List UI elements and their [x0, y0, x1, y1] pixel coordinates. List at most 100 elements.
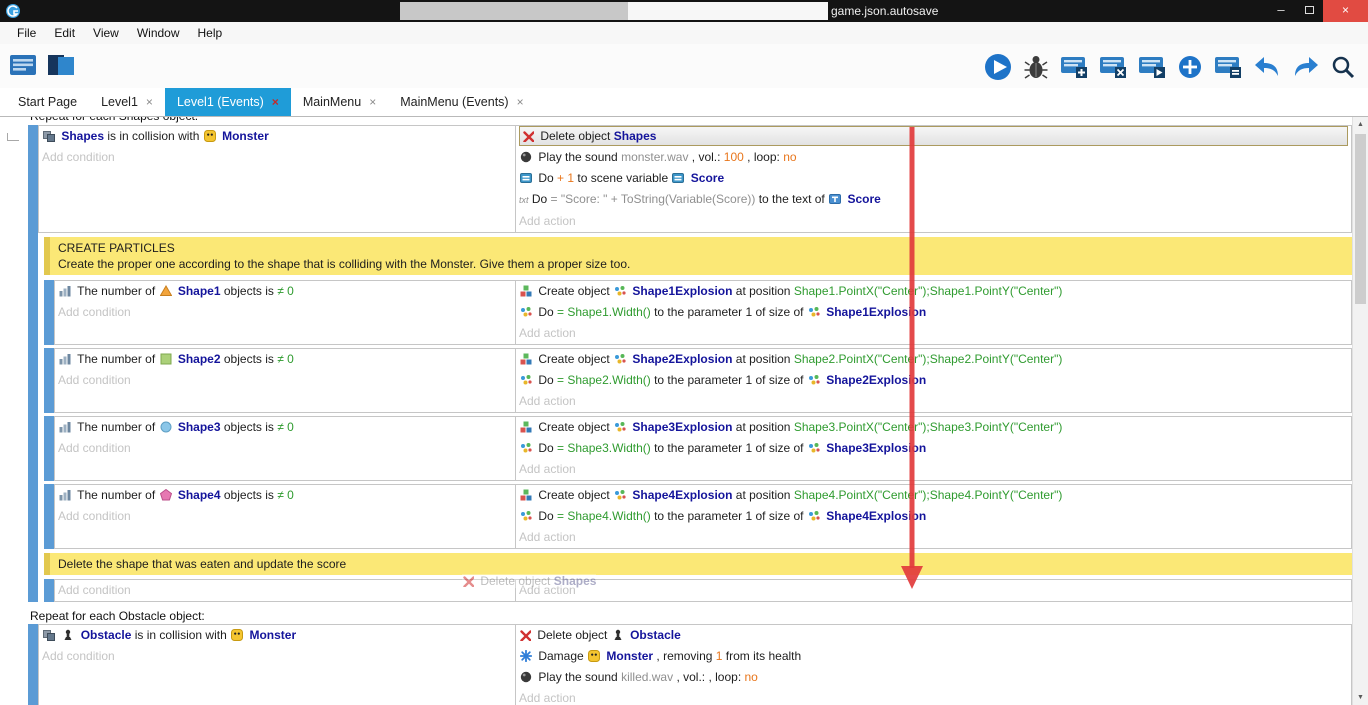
subevent-selection-bar[interactable] — [44, 416, 54, 481]
add-condition-link[interactable]: Add condition — [58, 302, 512, 323]
add-action-link[interactable]: Add action — [519, 323, 1348, 344]
add-condition-link[interactable]: Add condition — [58, 438, 512, 459]
action-damage-monster[interactable]: Damage Monster , removing 1 from its hea… — [519, 646, 1348, 667]
scrollbar-thumb[interactable] — [1355, 134, 1366, 304]
condition-obstacle-collision[interactable]: Obstacle is in collision with Monster — [42, 625, 512, 646]
add-event-icon[interactable] — [1059, 54, 1089, 81]
add-action-link[interactable]: Add action — [519, 459, 1348, 480]
add-condition-link[interactable]: Add condition — [58, 506, 512, 527]
action-set-shape1-size[interactable]: Do = Shape1.Width() to the parameter 1 o… — [519, 302, 1348, 323]
scene-editor-icon[interactable] — [46, 52, 76, 78]
condition-shape3-count[interactable]: The number of Shape3 objects is ≠ 0 — [58, 417, 512, 438]
action-text: , vol.: — [676, 670, 708, 684]
action-create-shape3-explosion[interactable]: Create object Shape3Explosion at positio… — [519, 417, 1348, 438]
event-selection-bar[interactable] — [28, 624, 38, 705]
condition-shape2-count[interactable]: The number of Shape2 objects is ≠ 0 — [58, 349, 512, 370]
tab-level1-events[interactable]: Level1 (Events)× — [165, 88, 291, 116]
scroll-down-arrow-icon[interactable]: ▼ — [1353, 694, 1368, 701]
play-icon[interactable] — [983, 52, 1013, 82]
action-set-shape3-size[interactable]: Do = Shape3.Width() to the parameter 1 o… — [519, 438, 1348, 459]
condition-text: is in collision with — [135, 628, 230, 642]
event-obstacle-collision: Obstacle is in collision with Monster Ad… — [28, 624, 1352, 705]
action-create-shape1-explosion[interactable]: Create object Shape1Explosion at positio… — [519, 281, 1348, 302]
delete-icon — [523, 131, 534, 142]
action-create-shape4-explosion[interactable]: Create object Shape4Explosion at positio… — [519, 485, 1348, 506]
menu-help[interactable]: Help — [189, 26, 232, 40]
tab-close-icon[interactable]: × — [517, 95, 524, 109]
menu-view[interactable]: View — [84, 26, 128, 40]
tab-start-page[interactable]: Start Page — [6, 88, 89, 116]
vertical-scrollbar[interactable]: ▲ ▼ — [1352, 117, 1368, 705]
tab-level1[interactable]: Level1× — [89, 88, 165, 116]
add-action-link[interactable]: Add action — [519, 527, 1348, 548]
sound-icon — [520, 151, 532, 163]
debugger-bug-icon[interactable] — [1022, 53, 1050, 81]
condition-shape1-count[interactable]: The number of Shape1 objects is ≠ 0 — [58, 281, 512, 302]
action-play-sound[interactable]: Play the sound monster.wav , vol.: 100 ,… — [519, 147, 1348, 168]
comment-create-particles[interactable]: CREATE PARTICLES Create the proper one a… — [44, 237, 1352, 275]
action-set-score-text[interactable]: txt Do = "Score: " + ToString(Variable(S… — [519, 189, 1348, 211]
undo-icon[interactable] — [1252, 54, 1282, 80]
close-button[interactable]: × — [1323, 0, 1368, 22]
scroll-up-arrow-icon[interactable]: ▲ — [1353, 121, 1368, 128]
tab-close-icon[interactable]: × — [146, 95, 153, 109]
explosion-particles-icon — [520, 306, 532, 318]
condition-shape4-count[interactable]: The number of Shape4 objects is ≠ 0 — [58, 485, 512, 506]
comment-body: Create the proper one according to the s… — [58, 256, 1344, 272]
subevent-selection-bar[interactable] — [44, 579, 54, 602]
object-shape2explosion: Shape2Explosion — [632, 352, 732, 366]
action-create-shape2-explosion[interactable]: Create object Shape2Explosion at positio… — [519, 349, 1348, 370]
add-subevent-icon[interactable] — [1137, 54, 1167, 81]
tab-label: MainMenu — [303, 95, 361, 109]
add-circle-icon[interactable] — [1176, 53, 1204, 81]
condition-value: ≠ 0 — [277, 488, 294, 502]
add-comment-icon[interactable] — [1213, 54, 1243, 81]
monster-icon — [231, 629, 243, 641]
action-text: Play the sound — [538, 670, 621, 684]
menu-file[interactable]: File — [8, 26, 45, 40]
project-manager-icon[interactable] — [8, 52, 38, 78]
comment-delete-shape[interactable]: Delete the shape that was eaten and upda… — [44, 553, 1352, 575]
subevent-selection-bar[interactable] — [44, 484, 54, 549]
event-shapes-collision: Shapes is in collision with Monster Add … — [28, 125, 1352, 602]
condition-text: objects is — [224, 352, 277, 366]
maximize-icon — [1305, 6, 1314, 14]
menu-window[interactable]: Window — [128, 26, 189, 40]
minimize-button[interactable]: – — [1267, 0, 1295, 22]
ghost-action-text: Delete object — [480, 574, 553, 588]
tab-mainmenu-events[interactable]: MainMenu (Events)× — [388, 88, 535, 116]
search-icon[interactable] — [1330, 54, 1356, 80]
condition-shapes-collision[interactable]: Shapes is in collision with Monster — [42, 126, 512, 147]
delete-event-icon[interactable] — [1098, 54, 1128, 81]
action-add-score-variable[interactable]: Do + 1 to scene variable Score — [519, 168, 1348, 189]
tab-close-icon[interactable]: × — [272, 95, 279, 109]
action-delete-obstacle[interactable]: Delete object Obstacle — [519, 625, 1348, 646]
action-text: Play the sound — [538, 150, 621, 164]
tab-close-icon[interactable]: × — [369, 95, 376, 109]
subevent-shape1: The number of Shape1 objects is ≠ 0 Add … — [44, 280, 1352, 345]
add-condition-link[interactable]: Add condition — [58, 370, 512, 391]
maximize-button[interactable] — [1295, 0, 1323, 22]
add-action-link[interactable]: Add action — [519, 580, 1348, 601]
action-text: , vol.: — [692, 150, 724, 164]
add-condition-link[interactable]: Add condition — [58, 580, 512, 601]
subevent-selection-bar[interactable] — [44, 348, 54, 413]
add-condition-link[interactable]: Add condition — [42, 646, 512, 667]
add-action-link[interactable]: Add action — [519, 391, 1348, 412]
subevent-selection-bar[interactable] — [44, 280, 54, 345]
title-bar: game.json.autosave – × — [0, 0, 1368, 22]
comment-title: CREATE PARTICLES — [58, 240, 1344, 256]
redo-icon[interactable] — [1291, 54, 1321, 80]
action-set-shape4-size[interactable]: Do = Shape4.Width() to the parameter 1 o… — [519, 506, 1348, 527]
event-selection-bar[interactable] — [28, 125, 38, 602]
action-set-shape2-size[interactable]: Do = Shape2.Width() to the parameter 1 o… — [519, 370, 1348, 391]
add-condition-link[interactable]: Add condition — [42, 147, 512, 168]
add-action-link[interactable]: Add action — [519, 688, 1348, 705]
action-delete-shapes-selected[interactable]: Delete object Shapes — [519, 126, 1348, 146]
tab-mainmenu[interactable]: MainMenu × — [291, 88, 388, 116]
action-text: at position — [736, 488, 794, 502]
explosion-particles-icon — [520, 374, 532, 386]
menu-edit[interactable]: Edit — [45, 26, 84, 40]
add-action-link[interactable]: Add action — [519, 211, 1348, 232]
action-play-killed-sound[interactable]: Play the sound killed.wav , vol.: , loop… — [519, 667, 1348, 688]
